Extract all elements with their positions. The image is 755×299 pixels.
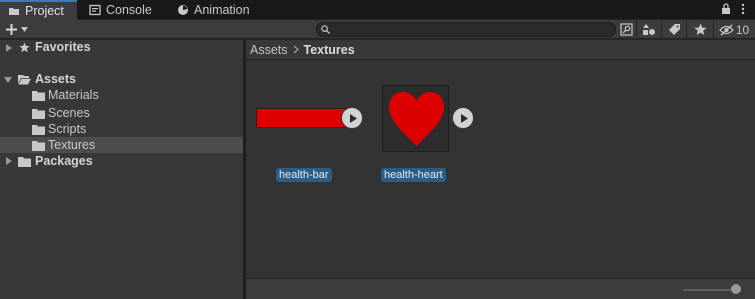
tree-item-scripts[interactable]: Scripts [0,121,243,137]
filter-by-label-button[interactable] [664,21,684,38]
tree-label-scripts: Scripts [48,122,87,136]
search-input[interactable] [334,23,612,36]
tab-console-label: Console [106,3,152,17]
asset-browser: Assets Textures health-bar health-heart [246,40,755,299]
play-icon [461,114,468,123]
tab-project[interactable]: Project [0,0,77,20]
tab-project-label: Project [25,4,64,18]
chevron-right-icon [293,45,299,54]
breadcrumb-textures[interactable]: Textures [304,43,355,57]
tree-label-assets: Assets [35,72,76,86]
tab-animation[interactable]: Animation [177,0,267,20]
console-icon [89,4,101,16]
favorite-button[interactable] [690,21,710,38]
star-icon [693,23,707,35]
search-field[interactable] [316,22,616,37]
breadcrumb: Assets Textures [246,40,755,60]
tree-item-favorites[interactable]: Favorites [0,40,243,56]
folder-icon [32,91,45,101]
plus-icon [6,23,17,35]
tab-animation-label: Animation [194,3,250,17]
icon-size-slider-thumb[interactable] [731,284,741,294]
folder-icon [32,109,45,119]
eye-slash-icon [718,23,734,36]
chevron-down-icon [21,26,28,32]
tree-item-materials[interactable]: Materials [0,87,243,103]
tab-console[interactable]: Console [89,0,169,20]
tag-icon [668,24,680,35]
asset-label-health-heart[interactable]: health-heart [381,168,446,182]
star-icon [19,42,30,53]
icon-size-slider[interactable] [683,289,735,291]
tree-item-scenes[interactable]: Scenes [0,105,243,121]
heart-icon [389,92,444,146]
folder-icon [32,125,45,135]
tree-label-favorites: Favorites [35,40,91,54]
expand-arrow-icon[interactable] [5,157,13,165]
more-options-icon[interactable] [741,3,745,15]
animation-icon [178,5,188,15]
health-heart-thumbnail [382,85,449,152]
lock-icon[interactable] [721,3,731,15]
filter-by-type-button[interactable] [639,21,659,38]
type-filter-icon [643,24,655,35]
tree-label-textures: Textures [48,138,96,152]
scene-search-icon [619,23,633,36]
folder-icon [18,157,31,167]
expand-arrow-icon[interactable] [5,44,13,52]
breadcrumb-assets[interactable]: Assets [250,43,288,57]
play-icon [350,114,357,123]
search-icon [321,25,330,34]
open-folder-icon [18,75,31,85]
asset-label-health-bar[interactable]: health-bar [276,168,332,182]
project-toolbar: 10 [0,20,755,39]
tree-label-packages: Packages [35,154,93,168]
create-button[interactable] [5,21,35,37]
collapse-arrow-icon[interactable] [4,76,12,84]
search-by-scene-button[interactable] [617,21,635,38]
tree-item-packages[interactable]: Packages [0,153,243,169]
tree-label-scenes: Scenes [48,106,90,120]
asset-grid: health-bar health-heart [246,60,755,278]
folder-icon [32,141,45,151]
bottom-bar [246,278,755,299]
play-button[interactable] [452,107,474,129]
hidden-packages-count: 10 [735,22,750,37]
asset-health-bar[interactable] [256,104,366,134]
health-bar-thumbnail [256,108,351,128]
tree-label-materials: Materials [48,88,99,102]
tree-item-assets[interactable]: Assets [0,71,243,87]
folder-icon [9,8,19,15]
folder-tree: Favorites Assets Materials Scenes Script… [0,40,243,299]
asset-health-heart[interactable] [382,85,477,153]
hidden-packages-button[interactable]: 10 [716,21,752,38]
play-button[interactable] [341,107,363,129]
tab-bar: Project Console Animation [0,0,755,20]
tree-item-textures[interactable]: Textures [0,137,243,153]
